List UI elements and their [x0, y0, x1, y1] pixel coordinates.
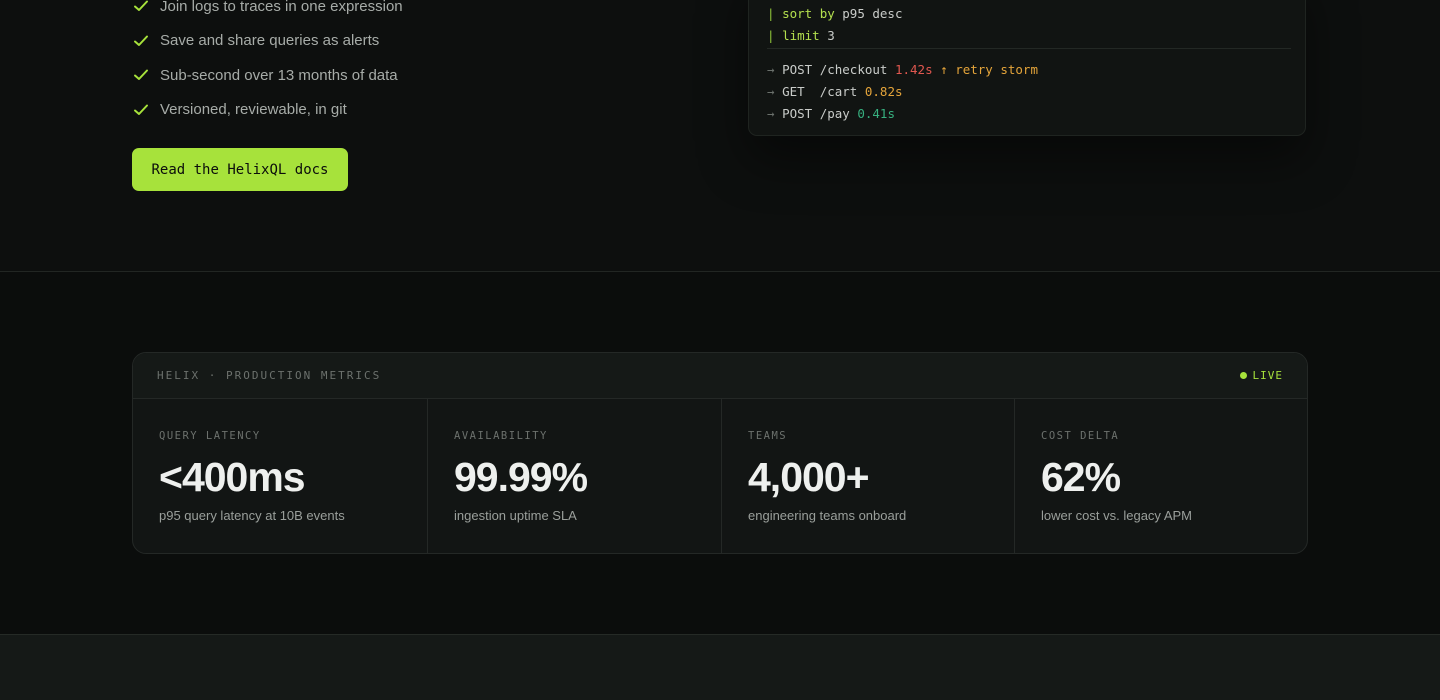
read-docs-button[interactable]: Read the HelixQL docs: [132, 148, 348, 191]
feature-list: Join logs to traces in one expression Sa…: [132, 0, 403, 127]
check-icon: [134, 35, 148, 46]
feature-text: Sub-second over 13 months of data: [160, 66, 398, 84]
metric-value: 99.99%: [454, 454, 588, 500]
latency-value: 0.82s: [864, 84, 903, 99]
query-code-card: | sort by p95 desc | limit 3 → POST /che…: [748, 0, 1306, 136]
metric-availability: AVAILABILITY 99.99% ingestion uptime SLA: [427, 399, 721, 553]
http-method: POST: [782, 106, 813, 121]
endpoint-path: /checkout: [819, 62, 888, 77]
feature-item: Join logs to traces in one expression: [132, 0, 403, 24]
arrow-right-icon: →: [767, 62, 775, 77]
http-method: GET: [782, 84, 813, 99]
live-dot-icon: [1239, 372, 1247, 379]
live-badge: LIVE: [1239, 369, 1284, 382]
metric-cost-delta: COST DELTA 62% lower cost vs. legacy APM: [1014, 399, 1307, 553]
metric-label: TEAMS: [748, 430, 788, 442]
metric-caption: engineering teams onboard: [748, 508, 907, 523]
metric-label: AVAILABILITY: [454, 430, 548, 442]
metrics-card: HELIX · PRODUCTION METRICS LIVE QUERY LA…: [132, 352, 1308, 554]
feature-text: Join logs to traces in one expression: [160, 0, 403, 15]
code-argument: 3: [827, 28, 835, 43]
live-label: LIVE: [1252, 369, 1283, 382]
feature-item: Save and share queries as alerts: [132, 24, 403, 59]
next-section-band: [0, 634, 1440, 700]
check-icon: [134, 69, 148, 81]
code-line: | limit 3: [767, 28, 835, 44]
metric-caption: ingestion uptime SLA: [454, 508, 577, 523]
metrics-header: HELIX · PRODUCTION METRICS LIVE: [133, 353, 1307, 399]
check-icon: [134, 0, 148, 12]
metric-caption: p95 query latency at 10B events: [159, 508, 345, 523]
feature-item: Sub-second over 13 months of data: [132, 58, 403, 93]
latency-value: 1.42s: [894, 62, 933, 77]
metric-teams: TEAMS 4,000+ engineering teams onboard: [721, 399, 1015, 553]
metric-value: 62%: [1041, 454, 1121, 500]
feature-item: Versioned, reviewable, in git: [132, 93, 403, 128]
code-line: | sort by p95 desc: [767, 6, 903, 22]
endpoint-path: /pay: [819, 106, 850, 121]
keyword-token: sort by: [782, 6, 835, 21]
result-note: ↑ retry storm: [940, 62, 1038, 77]
feature-text: Save and share queries as alerts: [160, 32, 380, 50]
result-row: → GET /cart 0.82s: [767, 84, 903, 100]
feature-section: Join logs to traces in one expression Sa…: [0, 0, 1440, 271]
arrow-right-icon: →: [767, 106, 775, 121]
metrics-title: HELIX · PRODUCTION METRICS: [157, 369, 382, 382]
keyword-token: limit: [782, 28, 820, 43]
result-row: → POST /checkout 1.42s ↑ retry storm: [767, 62, 1038, 78]
metric-query-latency: QUERY LATENCY <400ms p95 query latency a…: [133, 399, 427, 553]
arrow-right-icon: →: [767, 84, 775, 99]
result-row: → POST /pay 0.41s: [767, 106, 895, 122]
metrics-section: HELIX · PRODUCTION METRICS LIVE QUERY LA…: [0, 272, 1440, 634]
endpoint-path: /cart: [819, 84, 858, 99]
check-icon: [134, 104, 148, 115]
pipe-token: |: [767, 28, 775, 43]
metric-label: QUERY LATENCY: [159, 430, 261, 442]
metric-caption: lower cost vs. legacy APM: [1041, 508, 1192, 523]
latency-value: 0.41s: [857, 106, 895, 121]
code-argument: p95 desc: [842, 6, 903, 21]
feature-text: Versioned, reviewable, in git: [160, 101, 347, 119]
code-divider: [767, 48, 1291, 49]
metric-value: 4,000+: [748, 454, 870, 500]
metric-value: <400ms: [159, 454, 306, 500]
pipe-token: |: [767, 6, 775, 21]
http-method: POST: [782, 62, 813, 77]
metric-label: COST DELTA: [1041, 430, 1120, 442]
